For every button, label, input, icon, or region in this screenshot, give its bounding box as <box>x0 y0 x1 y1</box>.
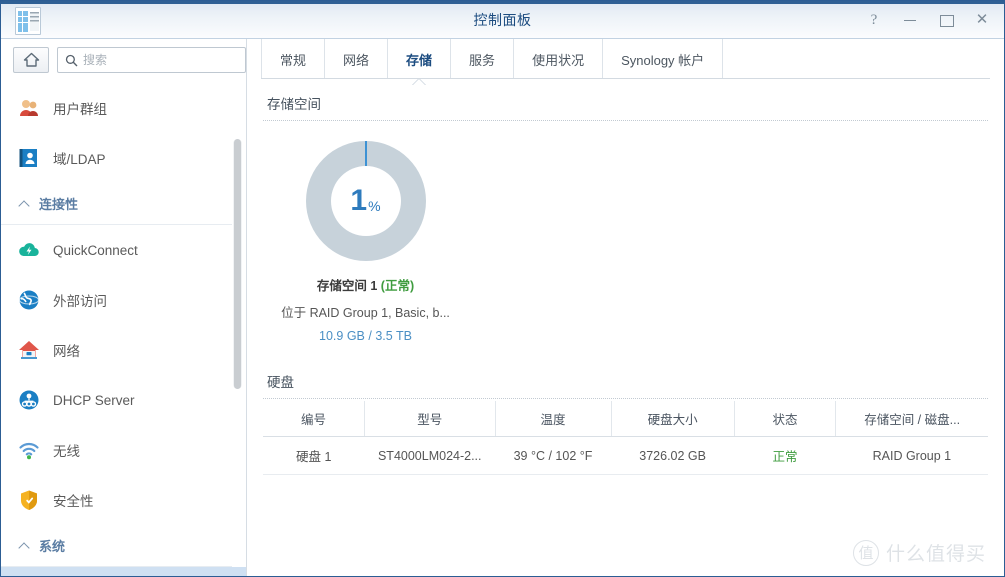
tab-synology-account[interactable]: Synology 帐户 <box>603 39 724 79</box>
tab-bar: 常规 网络 存储 服务 使用状况 Synology 帐户 <box>247 39 1004 79</box>
users-icon <box>17 96 41 120</box>
search-input[interactable] <box>83 53 238 67</box>
cell-id: 硬盘 1 <box>263 436 365 475</box>
sidebar-item-label: DHCP Server <box>53 392 135 408</box>
sidebar-item-label: 网络 <box>53 344 80 359</box>
quickconnect-cloud-icon <box>17 238 41 262</box>
chevron-up-icon <box>19 540 30 551</box>
sidebar-item-info-center[interactable]: 信息中心 <box>1 567 246 576</box>
sidebar-item-label: 安全性 <box>53 494 94 509</box>
shield-icon <box>17 488 41 512</box>
window-controls: ? ✕ <box>866 11 990 28</box>
home-button[interactable] <box>13 47 49 73</box>
donut-center: 1 % <box>330 166 401 236</box>
column-header-temperature[interactable]: 温度 <box>495 401 612 437</box>
sidebar-group-label: 系统 <box>39 539 66 554</box>
content-area: 存储空间 1 % 存储空间 1 (正常) 位于 RAID Group 1, Ba… <box>247 79 1004 576</box>
sidebar-item-users[interactable]: 用户群组 <box>1 83 246 133</box>
sidebar-group-connectivity[interactable]: 连接性 <box>1 183 232 225</box>
disk-section-heading: 硬盘 <box>263 357 988 399</box>
column-header-id[interactable]: 编号 <box>263 401 365 437</box>
sidebar-item-label: 域/LDAP <box>53 152 106 167</box>
sidebar-nav: 用户群组 域/LDAP 连接性 QuickConnect 外部访问 网络 DHC… <box>1 81 246 576</box>
volume-capacity: 10.9 GB / 3.5 TB <box>263 329 468 343</box>
sidebar-item-dhcp-server[interactable]: DHCP Server <box>1 375 246 425</box>
volume-capacity-separator: / <box>368 329 372 343</box>
storage-volumes: 1 % 存储空间 1 (正常) 位于 RAID Group 1, Basic, … <box>263 121 988 343</box>
control-panel-window: 控制面板 ? ✕ 搜索 用户群组 域/LDAP 连接性 QuickConnect… <box>0 0 1005 577</box>
main-panel: 常规 网络 存储 服务 使用状况 Synology 帐户 存储空间 1 % 存储… <box>247 39 1004 576</box>
tab-network[interactable]: 网络 <box>325 39 389 79</box>
page-title: 控制面板 <box>473 11 532 28</box>
sidebar-item-network[interactable]: 网络 <box>1 325 246 375</box>
cell-volume: RAID Group 1 <box>835 436 988 475</box>
maximize-icon[interactable] <box>938 12 954 28</box>
sidebar-item-wireless[interactable]: 无线 <box>1 425 246 475</box>
wifi-icon <box>17 438 41 462</box>
sidebar-item-label: 无线 <box>53 444 80 459</box>
usage-percent-value: 1 <box>350 184 368 217</box>
help-icon[interactable]: ? <box>866 12 882 28</box>
sidebar-item-label: QuickConnect <box>53 242 138 258</box>
sidebar-item-label: 用户群组 <box>53 102 107 117</box>
cell-size: 3726.02 GB <box>611 436 735 475</box>
donut-used-arc <box>364 141 367 166</box>
tab-storage[interactable]: 存储 <box>388 39 452 79</box>
table-header-row: 编号 型号 温度 硬盘大小 状态 存储空间 / 磁盘... <box>263 401 988 437</box>
sidebar-item-quickconnect[interactable]: QuickConnect <box>1 225 246 275</box>
cell-temperature: 39 °C / 102 °F <box>495 436 611 475</box>
sidebar-item-external-access[interactable]: 外部访问 <box>1 275 246 325</box>
disk-table: 编号 型号 温度 硬盘大小 状态 存储空间 / 磁盘... 硬盘 1 ST400… <box>263 401 988 475</box>
column-header-model[interactable]: 型号 <box>364 401 496 437</box>
window-body: 用户群组 域/LDAP 连接性 <box>1 39 1004 576</box>
watermark-text: 什么值得买 <box>885 544 986 565</box>
chevron-up-icon <box>19 198 30 209</box>
volume-title: 存储空间 1 (正常) <box>263 275 468 294</box>
watermark-logo: 值 <box>852 539 879 566</box>
search-icon <box>65 54 78 66</box>
storage-usage-donut-chart: 1 % <box>305 141 426 261</box>
column-header-volume[interactable]: 存储空间 / 磁盘... <box>835 401 988 437</box>
sidebar-item-security[interactable]: 安全性 <box>1 475 246 525</box>
volume-card[interactable]: 1 % 存储空间 1 (正常) 位于 RAID Group 1, Basic, … <box>263 141 468 343</box>
sidebar: 用户群组 域/LDAP 连接性 <box>1 39 247 576</box>
globe-icon <box>17 288 41 312</box>
cell-model: ST4000LM024-2... <box>364 436 495 475</box>
sidebar-scrollbar-thumb[interactable] <box>234 139 241 389</box>
sidebar-group-system[interactable]: 系统 <box>1 525 232 567</box>
column-header-size[interactable]: 硬盘大小 <box>611 401 735 437</box>
tab-usage[interactable]: 使用状况 <box>514 39 604 79</box>
home-icon <box>23 52 39 67</box>
sidebar-group-label: 连接性 <box>39 197 79 212</box>
volume-used: 10.9 GB <box>319 329 365 343</box>
sidebar-scrollbar[interactable] <box>233 139 242 389</box>
table-row[interactable]: 硬盘 1 ST4000LM024-2... 39 °C / 102 °F 372… <box>263 436 988 475</box>
watermark: 值 什么值得买 <box>852 539 986 566</box>
close-icon[interactable]: ✕ <box>974 11 990 28</box>
cell-status: 正常 <box>734 436 836 475</box>
usage-percent-symbol: % <box>368 197 381 214</box>
network-house-icon <box>17 338 41 362</box>
volume-description: 位于 RAID Group 1, Basic, b... <box>281 306 450 320</box>
search-box[interactable] <box>57 47 246 73</box>
id-card-icon <box>17 146 41 170</box>
tab-services[interactable]: 服务 <box>451 39 515 79</box>
control-panel-icon <box>15 6 41 35</box>
storage-section-heading: 存储空间 <box>263 79 988 121</box>
dhcp-icon <box>17 388 41 412</box>
sidebar-item-domain-ldap[interactable]: 域/LDAP <box>1 133 246 183</box>
column-header-status[interactable]: 状态 <box>734 401 837 437</box>
volume-status-badge: (正常) <box>380 279 415 293</box>
sidebar-item-label: 外部访问 <box>53 294 107 309</box>
sidebar-toolbar <box>1 39 246 81</box>
tab-general[interactable]: 常规 <box>261 39 326 79</box>
volume-name: 存储空间 1 <box>316 279 378 293</box>
disk-table-wrapper: 编号 型号 温度 硬盘大小 状态 存储空间 / 磁盘... 硬盘 1 ST400… <box>263 401 988 475</box>
minimize-icon[interactable] <box>902 12 918 28</box>
title-bar: 控制面板 ? ✕ <box>1 1 1004 39</box>
volume-total: 3.5 TB <box>375 329 412 343</box>
